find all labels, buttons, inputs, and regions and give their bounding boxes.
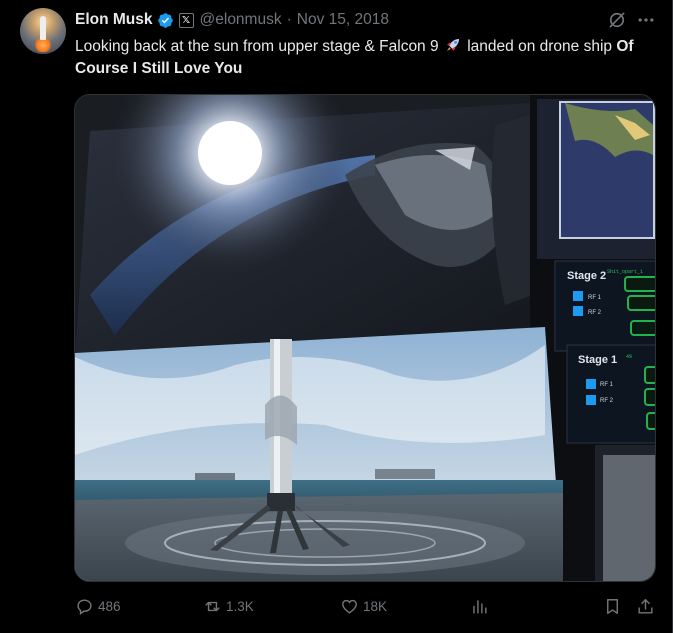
like-count: 18K [363, 598, 388, 614]
tweet-media-photo[interactable]: Stage 2 Shit_opart_1 RF 1 RF 2 Stage 1 4… [74, 94, 656, 582]
author-handle[interactable]: @elonmusk [200, 11, 282, 29]
stage1-small-text: 4% [626, 354, 632, 360]
rocket-emoji [446, 39, 459, 51]
like-icon [342, 599, 357, 614]
repost-icon [205, 601, 220, 611]
stage1-panel: Stage 1 4% RF 1 RF 2 [566, 344, 655, 444]
author-name[interactable]: Elon Musk [75, 11, 153, 29]
avatar[interactable] [20, 8, 66, 54]
stage2-rf2: RF 2 [588, 310, 602, 316]
tweet-text-part1: Looking back at the sun from upper stage… [75, 38, 439, 55]
views-button[interactable] [470, 594, 489, 618]
bookmark-button[interactable] [603, 594, 622, 618]
like-button[interactable]: 18K [340, 594, 387, 618]
share-icon [638, 598, 653, 614]
tweet-header: Elon Musk 𝕏 @elonmusk · Nov 15, 2018 [75, 9, 389, 31]
tweet-text-part2: landed on drone ship [467, 38, 613, 55]
stage1-rf1: RF 1 [600, 382, 614, 388]
views-icon [473, 599, 487, 614]
tweet-text: Looking back at the sun from upper stage… [75, 36, 655, 80]
reply-button[interactable]: 486 [75, 594, 121, 618]
mission-control-photo: Stage 2 Shit_opart_1 RF 1 RF 2 Stage 1 4… [75, 95, 655, 581]
stage2-label: Stage 2 [567, 270, 606, 282]
repost-button[interactable]: 1.3K [203, 594, 254, 618]
grok-icon[interactable] [607, 10, 627, 30]
stage1-label: Stage 1 [578, 354, 617, 366]
stage1-rf2: RF 2 [600, 398, 614, 404]
verified-icon[interactable] [157, 12, 174, 29]
tweet-actions-bar: 486 1.3K 18K [75, 594, 657, 618]
tweet-card[interactable]: Elon Musk 𝕏 @elonmusk · Nov 15, 2018 Loo… [0, 0, 673, 633]
reply-icon [77, 598, 92, 615]
stage2-rf1: RF 1 [588, 295, 602, 301]
share-button[interactable] [636, 594, 655, 618]
repost-count: 1.3K [226, 598, 254, 614]
bookmark-icon [607, 598, 618, 614]
affiliate-badge[interactable]: 𝕏 [178, 12, 194, 28]
tweet-date[interactable]: Nov 15, 2018 [297, 11, 389, 29]
separator-dot: · [286, 11, 292, 28]
stage2-small-text: Shit_opart_1 [607, 269, 643, 275]
more-icon[interactable] [636, 10, 656, 30]
reply-count: 486 [98, 598, 121, 614]
stage2-panel: Stage 2 Shit_opart_1 RF 1 RF 2 [554, 260, 655, 352]
